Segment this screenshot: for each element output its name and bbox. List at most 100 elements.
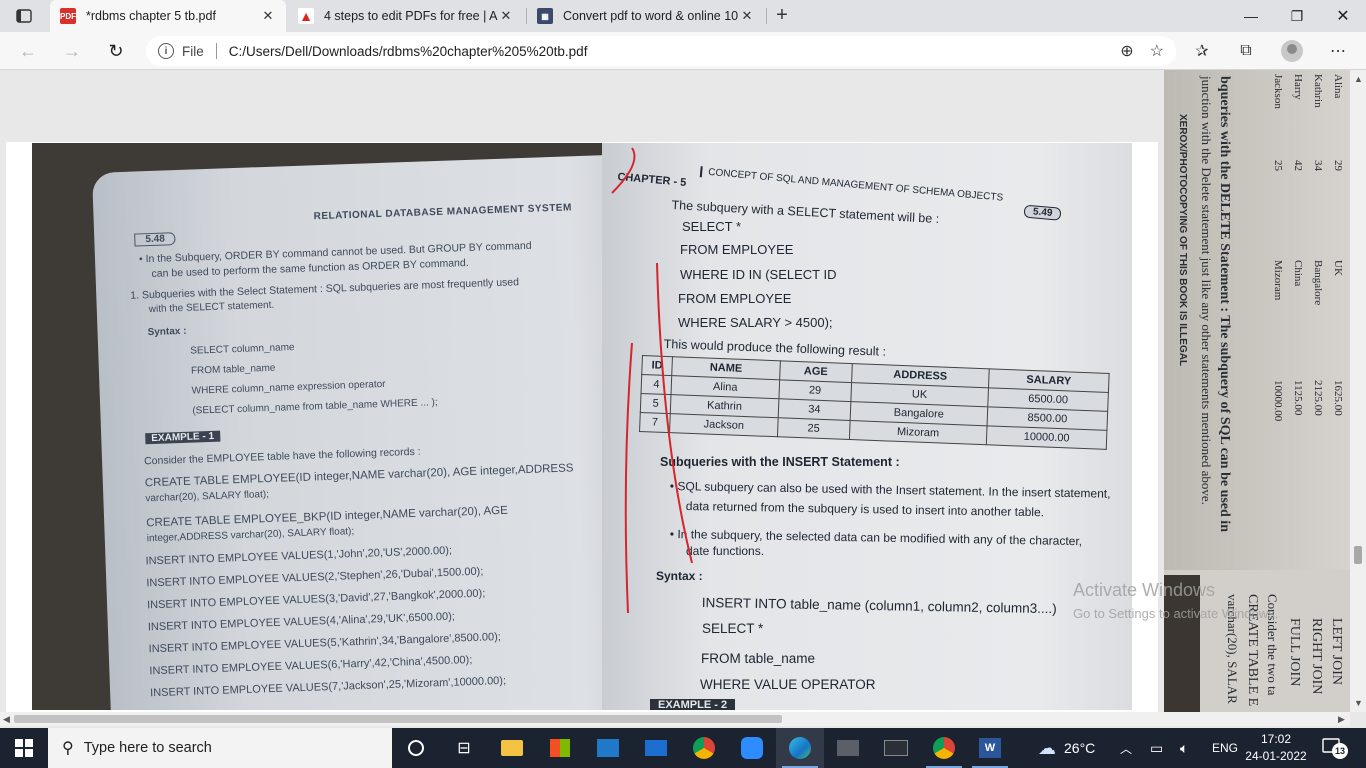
- collections-icon[interactable]: ⧉: [1234, 40, 1258, 62]
- zoom-icon[interactable]: ⊕: [1120, 41, 1133, 61]
- tab-title: 4 steps to edit PDFs for free | Ad: [324, 9, 498, 23]
- forward-button[interactable]: →: [58, 39, 86, 63]
- avatar: [1281, 40, 1303, 62]
- add-favorite-icon[interactable]: ☆: [1150, 41, 1164, 61]
- weather-widget[interactable]: ☁ 26°C: [1038, 728, 1095, 768]
- horizontal-scroll-thumb[interactable]: [14, 715, 782, 723]
- scroll-down-icon[interactable]: ▼: [1354, 698, 1363, 708]
- close-tab-icon[interactable]: ✕: [739, 8, 755, 24]
- mail-icon[interactable]: [632, 728, 680, 768]
- task-view-icon[interactable]: ⊟: [440, 728, 488, 768]
- table-cell: 34: [1312, 160, 1324, 171]
- clock-date: 24-01-2022: [1245, 749, 1307, 763]
- scroll-up-icon[interactable]: ▲: [1354, 74, 1363, 84]
- restore-button[interactable]: ❐: [1274, 0, 1320, 32]
- app-icon[interactable]: [824, 728, 872, 768]
- text-line: INSERT INTO EMPLOYEE VALUES(2,'Stephen',…: [146, 565, 484, 590]
- scroll-left-icon[interactable]: ◀: [3, 714, 10, 725]
- clock[interactable]: 17:02 24-01-2022: [1245, 731, 1307, 765]
- more-menu-icon[interactable]: ⋯: [1326, 40, 1350, 62]
- text-line: FROM table_name: [190, 362, 276, 377]
- table-cell: 10000.00: [1272, 380, 1284, 422]
- notification-count: 13: [1332, 743, 1348, 759]
- search-icon: ⚲: [62, 740, 74, 757]
- minimize-button[interactable]: —: [1228, 0, 1274, 32]
- example-badge: EXAMPLE - 1: [145, 430, 221, 445]
- text-line: INSERT INTO EMPLOYEE VALUES(1,'John',20,…: [145, 544, 453, 568]
- page-header: RELATIONAL DATABASE MANAGEMENT SYSTEM: [313, 202, 573, 223]
- vertical-scrollbar[interactable]: ▲ ▼: [1350, 70, 1366, 712]
- address-bar[interactable]: i File C:/Users/Dell/Downloads/rdbms%20c…: [146, 36, 1176, 66]
- taskbar-search[interactable]: ⚲ Type here to search: [48, 728, 392, 768]
- edge-icon[interactable]: [776, 728, 824, 768]
- horizontal-scrollbar[interactable]: ◀ ▶: [0, 712, 1350, 726]
- profile-icon[interactable]: [1280, 40, 1304, 62]
- pdf-icon: PDF: [60, 8, 76, 24]
- text-line: (SELECT column_name from table_name WHER…: [192, 397, 438, 417]
- back-button[interactable]: ←: [14, 39, 42, 63]
- refresh-button[interactable]: ↻: [102, 39, 130, 63]
- tab-separator: [766, 8, 767, 24]
- chrome-profile-icon[interactable]: [920, 728, 968, 768]
- close-tab-icon[interactable]: ✕: [260, 8, 276, 24]
- table-cell: 1625.00: [1332, 380, 1344, 416]
- navigation-bar: ← → ↻ i File C:/Users/Dell/Downloads/rdb…: [0, 32, 1366, 70]
- right-book-page: CHAPTER - 5 CONCEPT OF SQL AND MANAGEMEN…: [602, 143, 1132, 710]
- table-cell: Harry: [1292, 74, 1304, 100]
- file-explorer-icon[interactable]: [488, 728, 536, 768]
- table-cell: 25: [1272, 160, 1284, 171]
- activate-windows-subtitle: Go to Settings to activate Windows.: [1073, 606, 1279, 621]
- close-window-button[interactable]: ✕: [1320, 0, 1366, 32]
- tab-actions-icon[interactable]: [10, 6, 38, 26]
- pdf-page: 5.48 RELATIONAL DATABASE MANAGEMENT SYST…: [6, 142, 1158, 712]
- table-cell: 1125.00: [1292, 380, 1304, 416]
- address-separator: [215, 43, 217, 59]
- table-cell: 29: [1332, 160, 1344, 171]
- volume-icon[interactable]: 🔈︎: [1180, 728, 1188, 768]
- text-line: FULL JOIN: [1287, 618, 1302, 687]
- info-icon[interactable]: i: [158, 43, 174, 59]
- close-tab-icon[interactable]: ✕: [498, 8, 514, 24]
- text-line: INSERT INTO EMPLOYEE VALUES(3,'David',27…: [146, 587, 486, 612]
- tab-strip: PDF *rdbms chapter 5 tb.pdf ✕ ▲ 4 steps …: [0, 0, 1366, 32]
- scheme-label: File: [182, 43, 204, 59]
- text-line: Consider the EMPLOYEE table have the fol…: [143, 445, 421, 468]
- tab-adobe[interactable]: ▲ 4 steps to edit PDFs for free | Ad ✕: [288, 0, 524, 32]
- left-book-page: 5.48 RELATIONAL DATABASE MANAGEMENT SYST…: [92, 153, 672, 710]
- new-tab-button[interactable]: +: [770, 4, 794, 28]
- photos-icon[interactable]: [584, 728, 632, 768]
- table-cell: 42: [1292, 160, 1304, 171]
- app-icon[interactable]: [872, 728, 920, 768]
- text-line: 1. Subqueries with the Select Statement …: [130, 276, 520, 302]
- favorites-icon[interactable]: ✰: [1190, 40, 1214, 62]
- table-cell: 2125.00: [1312, 380, 1324, 416]
- cortana-icon[interactable]: [392, 728, 440, 768]
- url-text[interactable]: C:/Users/Dell/Downloads/rdbms%20chapter%…: [229, 44, 588, 59]
- vertical-scroll-thumb[interactable]: [1354, 546, 1362, 564]
- notification-center-icon[interactable]: 13: [1322, 737, 1348, 759]
- text-line: junction with the Delete statement just …: [1199, 76, 1214, 505]
- clock-time: 17:02: [1260, 732, 1292, 746]
- start-button[interactable]: [0, 728, 48, 768]
- adobe-icon: ▲: [298, 8, 314, 24]
- store-icon[interactable]: [536, 728, 584, 768]
- table-cell: Jackson: [1272, 74, 1284, 109]
- text-line: integer,ADDRESS varchar(20), SALARY floa…: [146, 526, 355, 545]
- language-indicator[interactable]: ENG: [1212, 728, 1238, 768]
- table-cell: Bangalore: [1312, 260, 1324, 306]
- text-line: WHERE column_name expression operator: [191, 378, 386, 397]
- tab-pdf[interactable]: PDF *rdbms chapter 5 tb.pdf ✕: [50, 0, 286, 32]
- windows-icon: [15, 739, 33, 757]
- chrome-icon[interactable]: [680, 728, 728, 768]
- text-line: varchar(20), SALARY float);: [145, 489, 270, 505]
- battery-icon[interactable]: ▭: [1150, 728, 1163, 768]
- show-hidden-icons[interactable]: ︿: [1120, 728, 1132, 768]
- scroll-right-icon[interactable]: ▶: [1338, 714, 1345, 725]
- cloud-icon: ☁: [1038, 737, 1056, 758]
- zoom-app-icon[interactable]: [728, 728, 776, 768]
- text-line: SELECT column_name: [190, 342, 295, 357]
- tab-converter[interactable]: ▦ Convert pdf to word & online 10 ✕: [527, 0, 765, 32]
- word-icon[interactable]: W: [966, 728, 1014, 768]
- tab-title: *rdbms chapter 5 tb.pdf: [86, 9, 216, 23]
- converter-icon: ▦: [537, 8, 553, 24]
